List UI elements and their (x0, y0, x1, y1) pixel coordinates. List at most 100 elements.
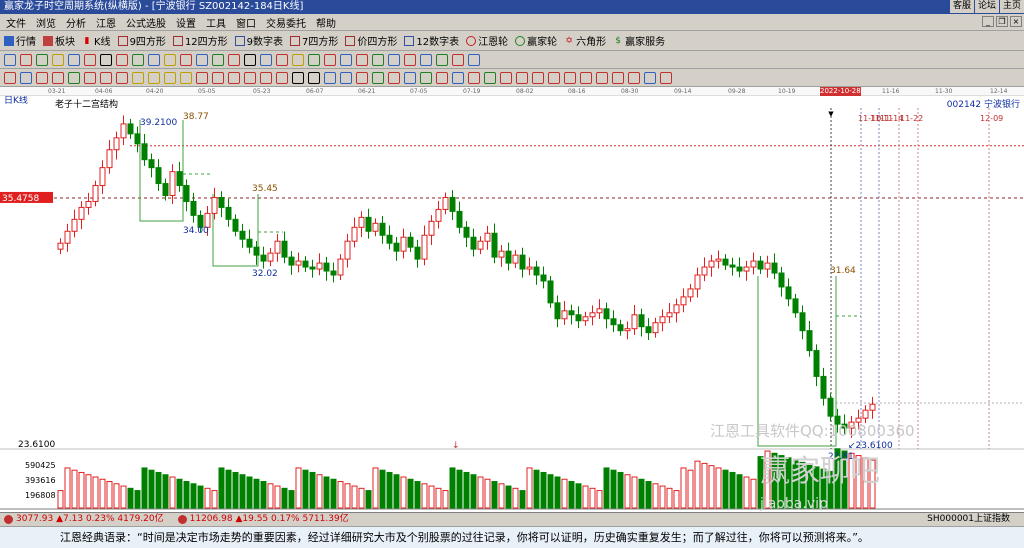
draw-tool-27-icon[interactable] (436, 53, 448, 66)
draw-tool-1-icon[interactable] (20, 53, 32, 66)
menu-help[interactable]: 帮助 (316, 15, 336, 30)
tool-24-icon[interactable] (388, 71, 400, 84)
tool-37-icon[interactable] (596, 71, 608, 84)
tool-5-icon[interactable] (84, 71, 96, 84)
tool-38-icon[interactable] (612, 71, 624, 84)
menu-tools[interactable]: 工具 (206, 15, 226, 30)
tool-27-icon[interactable] (436, 71, 448, 84)
menu-formula[interactable]: 公式选股 (126, 15, 166, 30)
menu-window[interactable]: 窗口 (236, 15, 256, 30)
draw-tool-3-icon[interactable] (52, 53, 64, 66)
tool-28-icon[interactable] (452, 71, 464, 84)
draw-tool-18-icon[interactable] (292, 53, 304, 66)
tool-31-icon[interactable] (500, 71, 512, 84)
draw-tool-21-icon[interactable] (340, 53, 352, 66)
tool-29-icon[interactable] (468, 71, 480, 84)
tool-33-icon[interactable] (532, 71, 544, 84)
tool-13-icon[interactable] (212, 71, 224, 84)
tool-4-icon[interactable] (68, 71, 80, 84)
link-zhuye[interactable]: 主页 (999, 0, 1024, 13)
toolbar-square9-button[interactable]: 9四方形 (117, 33, 166, 48)
tool-40-icon[interactable] (644, 71, 656, 84)
tool-26-icon[interactable] (420, 71, 432, 84)
tool-6-icon[interactable] (100, 71, 112, 84)
tool-16-icon[interactable] (260, 71, 272, 84)
tool-11-icon[interactable] (180, 71, 192, 84)
draw-tool-12-icon[interactable] (196, 53, 208, 66)
tool-1-icon[interactable] (20, 71, 32, 84)
tool-32-icon[interactable] (516, 71, 528, 84)
draw-tool-20-icon[interactable] (324, 53, 336, 66)
menu-settings[interactable]: 设置 (176, 15, 196, 30)
tool-14-icon[interactable] (228, 71, 240, 84)
toolbar-hexagon-button[interactable]: ✡ 六角形 (564, 33, 606, 49)
tool-22-icon[interactable] (356, 71, 368, 84)
draw-tool-22-icon[interactable] (356, 53, 368, 66)
draw-tool-2-icon[interactable] (36, 53, 48, 66)
tool-17-icon[interactable] (276, 71, 288, 84)
draw-tool-6-icon[interactable] (100, 53, 112, 66)
tool-21-icon[interactable] (340, 71, 352, 84)
draw-tool-25-icon[interactable] (404, 53, 416, 66)
tool-34-icon[interactable] (548, 71, 560, 84)
draw-tool-23-icon[interactable] (372, 53, 384, 66)
menu-file[interactable]: 文件 (6, 15, 26, 30)
draw-tool-15-icon[interactable] (244, 53, 256, 66)
tool-35-icon[interactable] (564, 71, 576, 84)
tool-15-icon[interactable] (244, 71, 256, 84)
draw-tool-16-icon[interactable] (260, 53, 272, 66)
toolbar-quote-button[interactable]: 行情 (4, 33, 36, 48)
tool-25-icon[interactable] (404, 71, 416, 84)
tool-23-icon[interactable] (372, 71, 384, 84)
draw-tool-29-icon[interactable] (468, 53, 480, 66)
toolbar-gannwheel-button[interactable]: 江恩轮 (466, 33, 508, 48)
status-index-name[interactable]: SH000001上证指数 (927, 513, 1010, 526)
toolbar-table12-button[interactable]: 12数字表 (404, 33, 459, 48)
draw-tool-11-icon[interactable] (180, 53, 192, 66)
draw-tool-10-icon[interactable] (164, 53, 176, 66)
toolbar-kline-button[interactable]: ▮ K线 (82, 33, 111, 49)
menu-trade[interactable]: 交易委托 (266, 15, 306, 30)
tool-39-icon[interactable] (628, 71, 640, 84)
tool-8-icon[interactable] (132, 71, 144, 84)
draw-tool-28-icon[interactable] (452, 53, 464, 66)
menu-browse[interactable]: 浏览 (36, 15, 56, 30)
close-icon[interactable]: × (1010, 16, 1022, 27)
minimize-icon[interactable]: _ (982, 16, 994, 27)
tool-19-icon[interactable] (308, 71, 320, 84)
tool-18-icon[interactable] (292, 71, 304, 84)
draw-tool-9-icon[interactable] (148, 53, 160, 66)
menu-analysis[interactable]: 分析 (66, 15, 86, 30)
tool-10-icon[interactable] (164, 71, 176, 84)
tool-2-icon[interactable] (36, 71, 48, 84)
tool-7-icon[interactable] (116, 71, 128, 84)
toolbar-service-button[interactable]: $ 赢家服务 (613, 33, 665, 49)
tool-30-icon[interactable] (484, 71, 496, 84)
index-sz[interactable]: 11206.98 ▲19.55 0.17% 5711.39亿 (174, 513, 349, 526)
tool-3-icon[interactable] (52, 71, 64, 84)
tool-0-icon[interactable] (4, 71, 16, 84)
draw-tool-5-icon[interactable] (84, 53, 96, 66)
draw-tool-4-icon[interactable] (68, 53, 80, 66)
toolbar-table9-button[interactable]: 9数字表 (234, 33, 283, 48)
tool-20-icon[interactable] (324, 71, 336, 84)
toolbar-square7-button[interactable]: 7四方形 (290, 33, 338, 48)
kline-chart[interactable]: 35.4758 日K线 老子十二宫结构 002142 宁波银行 39.2100 38.77… (0, 96, 1024, 512)
toolbar-sector-button[interactable]: 板块 (43, 33, 75, 48)
tool-41-icon[interactable] (660, 71, 672, 84)
toolbar-winnerwheel-button[interactable]: 赢家轮 (515, 33, 557, 48)
draw-tool-8-icon[interactable] (132, 53, 144, 66)
toolbar-pricesquare-button[interactable]: 价四方形 (345, 33, 397, 48)
tool-9-icon[interactable] (148, 71, 160, 84)
menu-gann[interactable]: 江恩 (96, 15, 116, 30)
draw-tool-19-icon[interactable] (308, 53, 320, 66)
draw-tool-0-icon[interactable] (4, 53, 16, 66)
draw-tool-17-icon[interactable] (276, 53, 288, 66)
index-sh[interactable]: 3077.93 ▲7.13 0.23% 4179.20亿 (0, 513, 164, 526)
tool-36-icon[interactable] (580, 71, 592, 84)
tool-12-icon[interactable] (196, 71, 208, 84)
link-luntan[interactable]: 论坛 (974, 0, 999, 13)
restore-icon[interactable]: ❐ (996, 16, 1008, 27)
link-kefu[interactable]: 客服 (949, 0, 974, 13)
draw-tool-24-icon[interactable] (388, 53, 400, 66)
